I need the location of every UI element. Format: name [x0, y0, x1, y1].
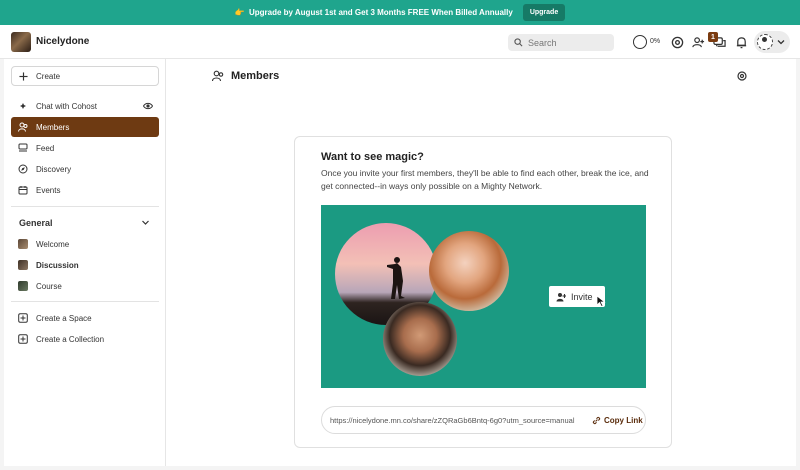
top-bar: Nicelydone Search 0%	[0, 25, 800, 59]
search-input[interactable]: Search	[508, 34, 614, 51]
sidebar-item-create-collection[interactable]: Create a Collection	[11, 329, 159, 349]
feed-icon	[18, 143, 28, 152]
chevron-down-icon[interactable]	[141, 218, 150, 227]
sidebar-item-label: Events	[36, 185, 61, 195]
network-name[interactable]: Nicelydone	[36, 36, 89, 47]
main-content: Members Want to see magic? Once you invi…	[166, 59, 796, 466]
copy-link-button[interactable]: Copy Link	[592, 416, 643, 425]
photo-woman	[429, 231, 509, 311]
share-link-field[interactable]: https://nicelydone.mn.co/share/zZQRaGb6B…	[321, 406, 646, 434]
link-icon	[592, 416, 601, 424]
compass-icon	[18, 164, 28, 174]
sidebar-item-label: Feed	[36, 143, 55, 153]
add-square-icon	[18, 334, 28, 344]
plus-icon	[19, 71, 28, 81]
space-thumbnail	[18, 239, 28, 249]
sidebar-item-label: Members	[36, 122, 70, 132]
card-title: Want to see magic?	[321, 151, 424, 163]
photo-man	[383, 302, 457, 376]
pointing-hand-icon: 👉	[234, 8, 245, 17]
sidebar-item-label: Chat with Cohost	[36, 101, 97, 111]
sidebar-item-chat-with-cohost[interactable]: Chat with Cohost	[11, 96, 159, 116]
progress-ring-icon[interactable]	[633, 35, 647, 49]
settings-button[interactable]	[670, 35, 684, 49]
create-label: Create	[36, 71, 61, 81]
avatar	[757, 34, 773, 50]
sidebar: Create Chat with Cohost Members Feed Dis…	[4, 59, 166, 466]
sidebar-divider	[11, 206, 159, 207]
sparkle-icon	[20, 103, 26, 109]
sidebar-item-discussion[interactable]: Discussion	[11, 255, 159, 275]
sidebar-item-welcome[interactable]: Welcome	[11, 234, 159, 254]
sidebar-item-label: Discovery	[36, 164, 72, 174]
eye-icon[interactable]	[143, 101, 153, 111]
upgrade-button[interactable]: Upgrade	[522, 4, 566, 21]
card-description: Once you invite your first members, they…	[321, 168, 649, 191]
add-person-icon	[691, 36, 704, 47]
invite-label: Invite	[571, 291, 593, 302]
create-button[interactable]: Create	[11, 66, 159, 86]
network-logo[interactable]	[11, 32, 31, 52]
sidebar-item-label: Welcome	[36, 239, 70, 249]
space-thumbnail	[18, 281, 28, 291]
sidebar-item-label: Discussion	[36, 260, 79, 270]
add-square-icon	[18, 313, 28, 323]
progress-label: 0%	[650, 38, 661, 45]
profile-menu-button[interactable]	[754, 31, 790, 53]
sidebar-item-feed[interactable]: Feed	[11, 138, 159, 158]
invite-card: Want to see magic? Once you invite your …	[294, 136, 672, 448]
sidebar-item-discovery[interactable]: Discovery	[11, 159, 159, 179]
banner-text-wrap: 👉 Upgrade by August 1st and Get 3 Months…	[235, 8, 513, 17]
share-link-url[interactable]: https://nicelydone.mn.co/share/zZQRaGb6B…	[330, 416, 580, 425]
space-thumbnail	[18, 260, 28, 270]
promo-banner: 👉 Upgrade by August 1st and Get 3 Months…	[0, 0, 800, 25]
calendar-icon	[18, 186, 28, 195]
notifications-button[interactable]	[734, 35, 748, 49]
cursor-icon	[596, 295, 606, 307]
members-icon	[18, 122, 28, 132]
sidebar-divider	[11, 301, 159, 302]
banner-text: Upgrade by August 1st and Get 3 Months F…	[248, 8, 513, 17]
add-person-icon	[556, 292, 566, 301]
sidebar-item-create-space[interactable]: Create a Space	[11, 308, 159, 328]
invite-illustration: Invite	[321, 205, 646, 388]
gear-icon[interactable]	[737, 71, 747, 81]
members-icon	[212, 70, 224, 82]
sidebar-item-label: Create a Collection	[36, 334, 105, 344]
sidebar-item-course[interactable]: Course	[11, 276, 159, 296]
chevron-down-icon	[777, 40, 785, 45]
sidebar-item-members[interactable]: Members	[11, 117, 159, 137]
copy-link-label: Copy Link	[604, 415, 643, 425]
sidebar-item-events[interactable]: Events	[11, 180, 159, 200]
section-title-general[interactable]: General	[19, 218, 53, 228]
bell-icon	[736, 36, 746, 48]
invite-member-button[interactable]	[691, 35, 705, 49]
page-title: Members	[231, 70, 280, 82]
chat-badge: 1	[708, 32, 718, 42]
search-placeholder: Search	[528, 37, 557, 48]
gear-icon	[671, 36, 683, 48]
search-icon	[514, 38, 523, 47]
sidebar-item-label: Course	[36, 281, 62, 291]
sidebar-item-label: Create a Space	[36, 313, 92, 323]
